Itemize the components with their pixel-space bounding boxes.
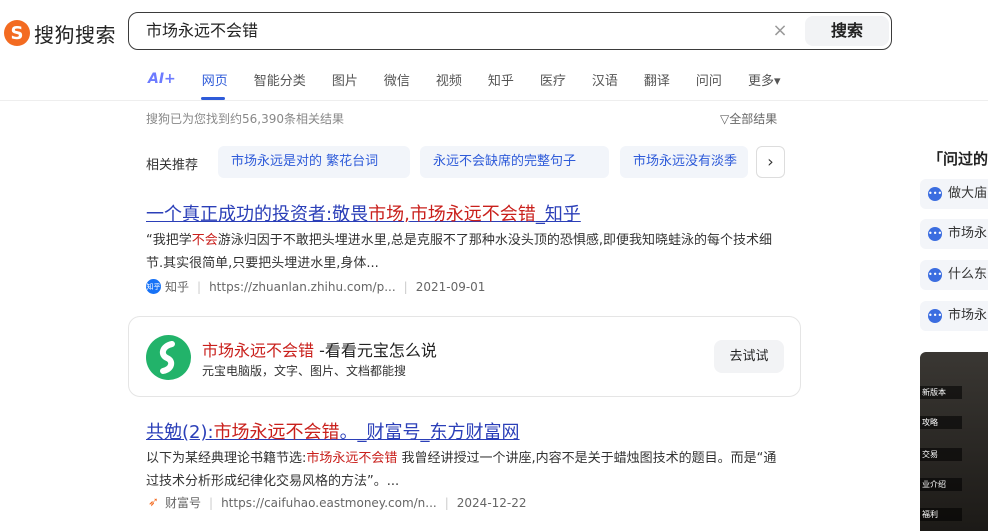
logo-text: 搜狗搜索 [34, 22, 116, 47]
result-source[interactable]: 知乎 [165, 278, 189, 295]
try-button[interactable]: 去试试 [714, 340, 784, 373]
chat-bubble-icon: ••• [928, 308, 942, 323]
clear-icon[interactable]: × [769, 20, 791, 42]
chat-bubble-icon: ••• [928, 267, 942, 282]
related-chip[interactable]: 永远不会缺席的完整句子 [420, 146, 609, 178]
tab-zhihu[interactable]: 知乎 [488, 70, 514, 89]
search-box: × 搜索 [128, 12, 892, 50]
chat-bubble-icon: ••• [928, 186, 942, 201]
yuanbao-logo-icon [146, 335, 191, 380]
tab-medical[interactable]: 医疗 [540, 70, 566, 89]
result-title[interactable]: 一个真正成功的投资者:敬畏市场,市场永远不会错_知乎 [146, 200, 581, 226]
result-snippet: “我把学不会游泳归因于不敢把头埋进水里,总是克服不了那种水没头顶的恐惧感,即便我… [146, 233, 773, 271]
caifuhao-icon: ➶ [148, 495, 159, 510]
sogou-logo-icon: S [4, 20, 30, 46]
tab-chinese[interactable]: 汉语 [592, 70, 618, 89]
right-panel-title: 「问过的 [928, 150, 988, 168]
result-date: 2021-09-01 [415, 279, 486, 294]
search-tabs: AI+ 网页 智能分类 图片 微信 视频 知乎 医疗 汉语 翻译 问问 更多▾ [148, 68, 806, 90]
search-button[interactable]: 搜索 [805, 16, 889, 46]
video-thumbnail[interactable]: 新版本 攻略 交易 业介绍 福利 [920, 352, 988, 531]
related-label: 相关推荐 [146, 158, 199, 173]
asked-question[interactable]: ••• 市场永 [920, 301, 988, 331]
result-url[interactable]: https://caifuhao.eastmoney.com/n... [221, 496, 437, 510]
result-source[interactable]: 财富号 [165, 494, 201, 511]
result-date: 2024-12-22 [456, 495, 527, 510]
tab-images[interactable]: 图片 [332, 70, 358, 89]
related-chip[interactable]: 市场永远没有淡季 [620, 146, 748, 178]
related-chip[interactable]: 市场永远是对的 繁花台词 [218, 146, 410, 178]
tab-wechat[interactable]: 微信 [384, 70, 410, 89]
result-url[interactable]: https://zhuanlan.zhihu.com/p... [209, 280, 396, 294]
tab-smart-category[interactable]: 智能分类 [254, 70, 306, 89]
tab-web[interactable]: 网页 [202, 70, 228, 89]
chevron-right-icon[interactable]: › [756, 146, 785, 178]
asked-question[interactable]: ••• 做大庙 [920, 179, 988, 209]
yuanbao-card[interactable]: 市场永远不会错 -看看元宝怎么说 元宝电脑版，文字、图片、文档都能搜 去试试 [128, 316, 801, 397]
asked-question[interactable]: ••• 什么东 [920, 260, 988, 290]
tab-translate[interactable]: 翻译 [644, 70, 670, 89]
yuanbao-title[interactable]: 市场永远不会错 -看看元宝怎么说 [202, 337, 437, 361]
ai-tab[interactable]: AI+ [148, 71, 176, 87]
all-results-filter[interactable]: ▽全部结果 [720, 110, 777, 127]
result-title[interactable]: 共勉(2):市场永远不会错。_财富号_东方财富网 [146, 418, 520, 444]
result-meta: ➶ 财富号 | https://caifuhao.eastmoney.com/n… [146, 494, 527, 511]
result-snippet: 以下为某经典理论书籍节选:市场永远不会错 我曾经讲授过一个讲座,内容不是关于蜡烛… [146, 451, 777, 489]
zhihu-icon: 知乎 [146, 279, 161, 294]
sogou-logo[interactable]: S 搜狗搜索 [4, 18, 116, 48]
tab-more[interactable]: 更多▾ [748, 70, 781, 89]
tab-video[interactable]: 视频 [436, 70, 462, 89]
asked-question[interactable]: ••• 市场永 [920, 219, 988, 249]
result-meta: 知乎 知乎 | https://zhuanlan.zhihu.com/p... … [146, 278, 486, 295]
yuanbao-subtitle: 元宝电脑版，文字、图片、文档都能搜 [202, 364, 407, 378]
result-count: 搜狗已为您找到约56,390条相关结果 [146, 112, 344, 126]
search-input[interactable] [146, 13, 746, 49]
header-divider [0, 100, 988, 101]
tab-wenwen[interactable]: 问问 [696, 70, 722, 89]
chat-bubble-icon: ••• [928, 226, 942, 241]
